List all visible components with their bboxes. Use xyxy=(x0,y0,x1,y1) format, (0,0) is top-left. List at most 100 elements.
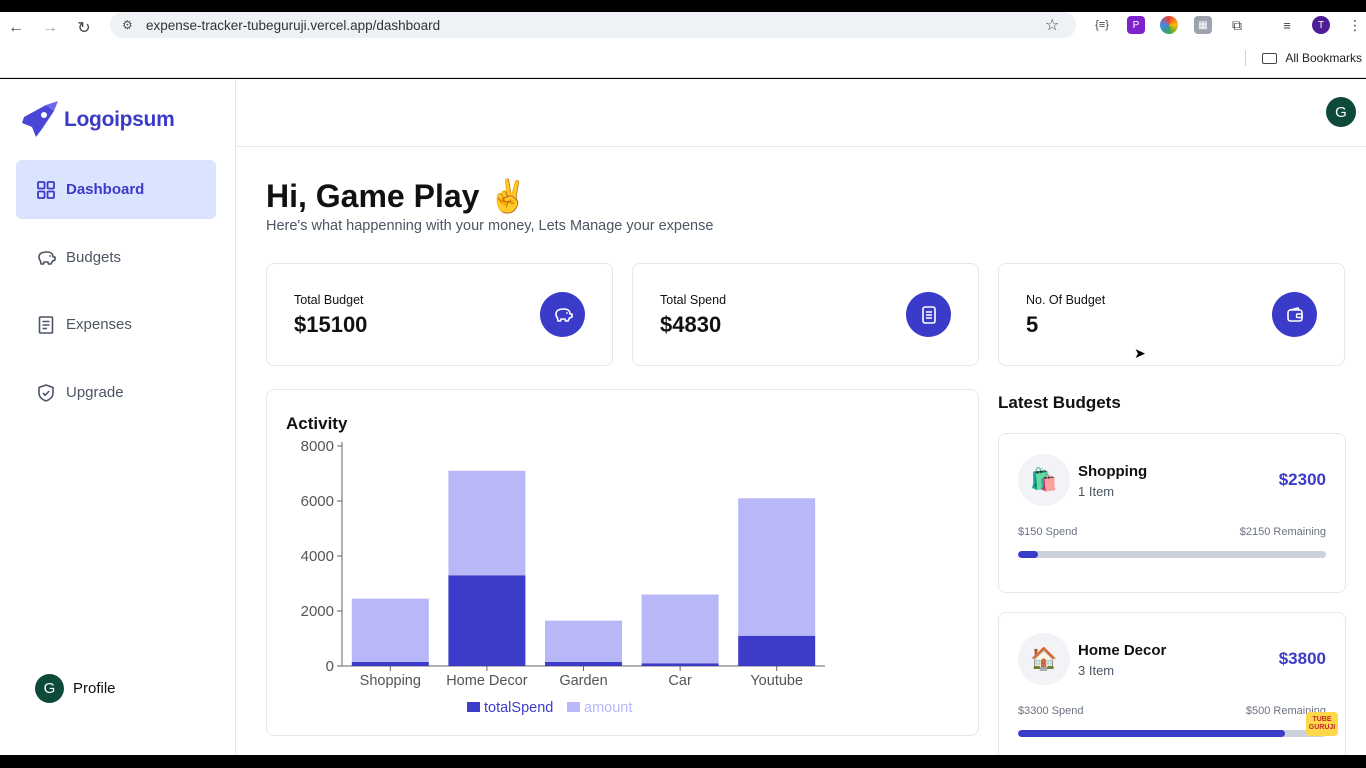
legend-label: amount xyxy=(584,700,632,716)
bar-amount xyxy=(545,620,622,662)
bar-totalSpend xyxy=(448,575,526,666)
y-tick-label: 6000 xyxy=(301,493,334,510)
activity-card: Activity 0 2000 4000 6000 8000 Shopping Home D… xyxy=(266,389,979,736)
budget-progress-bar xyxy=(1018,551,1326,558)
stat-value: 5 xyxy=(1026,312,1039,337)
all-bookmarks[interactable]: All Bookmarks xyxy=(1262,51,1362,65)
budget-item-count: 1 Item xyxy=(1078,484,1115,499)
stat-label: No. Of Budget xyxy=(1026,293,1106,307)
folder-icon xyxy=(1262,52,1278,64)
sidebar-item-budgets[interactable]: Budgets xyxy=(16,228,216,287)
sidebar-item-label: Upgrade xyxy=(66,384,124,401)
budget-progress-bar xyxy=(1018,730,1326,737)
y-tick-label: 2000 xyxy=(301,603,334,620)
shield-check-icon xyxy=(38,383,54,402)
piggy-bank-icon xyxy=(540,292,585,337)
bar-amount xyxy=(351,598,429,662)
app: Logoipsum Dashboard Budgets Expenses Upg… xyxy=(0,79,1366,755)
stat-card-total-budget: Total Budget $15100 xyxy=(266,263,613,366)
activity-bar-chart: 0 2000 4000 6000 8000 Shopping Home Decor Garde… xyxy=(301,438,825,716)
logo-icon xyxy=(22,101,58,137)
bar-totalSpend xyxy=(738,635,816,666)
budget-item-count: 3 Item xyxy=(1078,663,1115,678)
legend-label: totalSpend xyxy=(484,700,553,716)
sidebar-profile[interactable]: G Profile xyxy=(35,674,116,703)
sidebar-item-expenses[interactable]: Expenses xyxy=(16,295,216,354)
sidebar-item-dashboard[interactable]: Dashboard xyxy=(16,160,216,219)
top-header: G xyxy=(237,79,1366,147)
reload-icon[interactable]: ↻ xyxy=(72,16,96,40)
budget-spent: $3300 Spend xyxy=(1018,705,1084,717)
address-bar[interactable]: ⚙ expense-tracker-tubeguruji.vercel.app/… xyxy=(110,12,1076,38)
media-control-icon[interactable]: ≡ xyxy=(1278,16,1296,34)
extension-icon[interactable] xyxy=(1160,16,1178,34)
stat-card-budget-count: No. Of Budget 5 xyxy=(998,263,1345,366)
grid-icon xyxy=(37,180,55,199)
dashboard-main: Hi, Game Play ✌️ Here's what happenning … xyxy=(237,147,1366,755)
page-subtitle: Here's what happenning with your money, … xyxy=(266,218,714,234)
bookmarks-label: All Bookmarks xyxy=(1285,51,1362,65)
bar-totalSpend xyxy=(545,661,622,666)
budget-name: Shopping xyxy=(1078,463,1148,480)
budget-card-shopping[interactable]: 🛍️ Shopping 1 Item $2300 $150 Spend $215… xyxy=(998,433,1346,593)
user-avatar[interactable]: G xyxy=(1326,97,1356,127)
x-tick-label: Home Decor xyxy=(446,673,528,689)
receipt-icon xyxy=(38,315,54,334)
bar-amount xyxy=(641,594,719,664)
x-tick-label: Garden xyxy=(559,673,607,689)
budget-amount: $3800 xyxy=(1278,649,1326,668)
site-settings-icon[interactable]: ⚙ xyxy=(122,18,136,32)
budget-name: Home Decor xyxy=(1078,642,1167,659)
avatar: G xyxy=(35,674,64,703)
budget-amount: $2300 xyxy=(1278,470,1326,489)
bar-totalSpend xyxy=(351,661,429,666)
menu-dots-icon[interactable]: ⋮ xyxy=(1346,16,1364,34)
extension-icon[interactable]: P xyxy=(1127,16,1145,34)
y-tick-label: 0 xyxy=(326,658,334,675)
mouse-cursor-icon: ➤ xyxy=(1134,345,1146,361)
y-tick-label: 4000 xyxy=(301,548,334,565)
logo[interactable]: Logoipsum xyxy=(18,101,175,139)
sidebar-item-label: Expenses xyxy=(66,316,132,333)
x-tick-label: Shopping xyxy=(360,673,421,689)
sidebar-item-label: Budgets xyxy=(66,249,122,266)
budget-spent: $150 Spend xyxy=(1018,526,1078,538)
legend-swatch xyxy=(567,702,580,712)
wallet-icon xyxy=(1272,292,1317,337)
progress-fill xyxy=(1018,730,1286,737)
bar-amount xyxy=(448,470,526,576)
budget-remaining: $2150 Remaining xyxy=(1239,526,1326,538)
x-tick-label: Youtube xyxy=(750,673,803,689)
url-text: expense-tracker-tubeguruji.vercel.app/da… xyxy=(146,17,441,33)
sidebar: Logoipsum Dashboard Budgets Expenses Upg… xyxy=(0,79,236,755)
puzzle-icon[interactable]: ⧉ xyxy=(1228,16,1246,34)
piggy-bank-icon xyxy=(38,250,56,265)
stat-label: Total Spend xyxy=(660,293,727,307)
shopping-bags-icon: 🛍️ xyxy=(1018,454,1070,506)
legend-swatch xyxy=(467,702,480,712)
watermark-logo: TUBE GURUJI xyxy=(1306,712,1338,736)
back-icon[interactable]: ← xyxy=(4,16,28,40)
stat-value: $4830 xyxy=(660,312,722,337)
stat-value: $15100 xyxy=(294,312,368,337)
x-tick-label: Car xyxy=(668,673,692,689)
extension-icon[interactable]: {≡} xyxy=(1093,16,1111,34)
y-tick-label: 8000 xyxy=(301,438,334,455)
receipt-icon xyxy=(906,292,951,337)
profile-label: Profile xyxy=(73,680,116,697)
progress-fill xyxy=(1018,551,1039,558)
extension-icon[interactable]: ▦ xyxy=(1194,16,1212,34)
browser-profile-avatar[interactable]: T xyxy=(1312,16,1330,34)
page-title: Hi, Game Play ✌️ xyxy=(266,178,529,214)
logo-text: Logoipsum xyxy=(64,108,175,131)
sidebar-item-upgrade[interactable]: Upgrade xyxy=(16,363,216,422)
stat-card-total-spend: Total Spend $4830 xyxy=(632,263,979,366)
browser-toolbar: ← → ↻ ⚙ expense-tracker-tubeguruji.verce… xyxy=(0,12,1366,78)
budget-card-home-decor[interactable]: 🏠 Home Decor 3 Item $3800 $3300 Spend $5… xyxy=(998,612,1346,755)
forward-icon[interactable]: → xyxy=(38,16,62,40)
bar-amount xyxy=(738,498,816,636)
bookmark-star-icon[interactable]: ☆ xyxy=(1045,15,1059,35)
house-icon: 🏠 xyxy=(1018,633,1070,685)
bar-totalSpend xyxy=(641,663,719,666)
stat-label: Total Budget xyxy=(294,293,364,307)
